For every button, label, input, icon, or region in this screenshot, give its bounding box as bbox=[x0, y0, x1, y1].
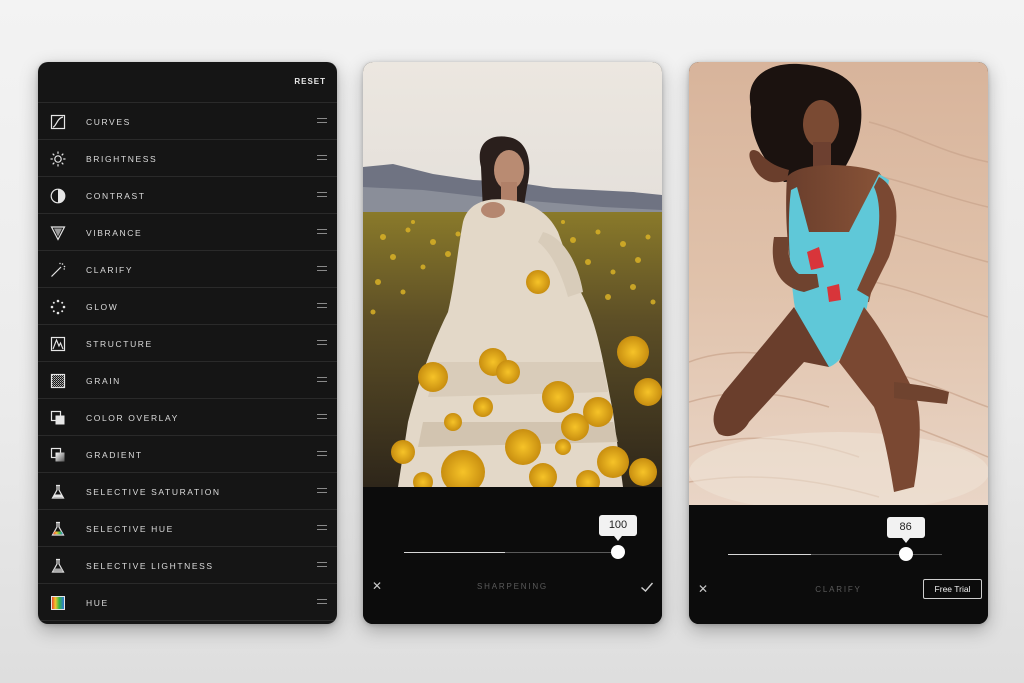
tool-label: SELECTIVE SATURATION bbox=[86, 487, 221, 497]
tool-label: GRAIN bbox=[86, 376, 121, 386]
tool-label: CURVES bbox=[86, 117, 131, 127]
sharpening-controls: 100 ✕ SHARPENING bbox=[363, 487, 662, 624]
selective-saturation-icon bbox=[50, 484, 66, 500]
tool-label: HUE bbox=[86, 598, 109, 608]
tool-label: GRADIENT bbox=[86, 450, 143, 460]
reset-button[interactable]: RESET bbox=[294, 77, 326, 86]
tool-item-selective-saturation[interactable]: SELECTIVE SATURATION bbox=[38, 473, 337, 510]
tool-item-hue[interactable]: HUE bbox=[38, 584, 337, 621]
drag-handle[interactable] bbox=[317, 117, 327, 124]
gradient-icon bbox=[50, 447, 66, 463]
tool-item-selective-lightness[interactable]: SELECTIVE LIGHTNESS bbox=[38, 547, 337, 584]
selective-hue-icon bbox=[50, 521, 66, 537]
glow-icon bbox=[50, 299, 66, 315]
drag-handle[interactable] bbox=[317, 413, 327, 420]
tool-item-gradient[interactable]: GRADIENT bbox=[38, 436, 337, 473]
selective-lightness-icon bbox=[50, 558, 66, 574]
structure-icon bbox=[50, 336, 66, 352]
clarify-value-bubble: 86 bbox=[886, 517, 925, 543]
tool-label: CONTRAST bbox=[86, 191, 146, 201]
drag-handle[interactable] bbox=[317, 154, 327, 161]
photo-image bbox=[363, 62, 662, 487]
drag-handle[interactable] bbox=[317, 228, 327, 235]
grain-icon bbox=[50, 373, 66, 389]
tool-label: COLOR OVERLAY bbox=[86, 413, 179, 423]
sharpening-slider-track[interactable]: 100 bbox=[404, 515, 637, 559]
clarify-slider-thumb[interactable] bbox=[898, 547, 913, 561]
tool-label: CLARIFY bbox=[86, 265, 134, 275]
color-overlay-icon bbox=[50, 410, 66, 426]
tool-label: SELECTIVE LIGHTNESS bbox=[86, 561, 214, 571]
drag-handle[interactable] bbox=[317, 487, 327, 494]
drag-handle[interactable] bbox=[317, 524, 327, 531]
clarify-slider-track[interactable]: 86 bbox=[728, 517, 942, 561]
tool-label: GLOW bbox=[86, 302, 119, 312]
photo-image bbox=[689, 62, 988, 505]
drag-handle[interactable] bbox=[317, 302, 327, 309]
photo-preview bbox=[689, 62, 988, 505]
sharpening-panel: 100 ✕ SHARPENING bbox=[363, 62, 662, 624]
checkmark-icon[interactable] bbox=[640, 580, 654, 592]
drag-handle[interactable] bbox=[317, 561, 327, 568]
tool-item-glow[interactable]: GLOW bbox=[38, 288, 337, 325]
tool-item-brightness[interactable]: BRIGHTNESS bbox=[38, 140, 337, 177]
vibrance-icon bbox=[50, 225, 66, 241]
tool-item-grain[interactable]: GRAIN bbox=[38, 362, 337, 399]
tool-label: SELECTIVE HUE bbox=[86, 524, 174, 534]
sharpening-value-bubble: 100 bbox=[599, 515, 637, 541]
tool-label: STRUCTURE bbox=[86, 339, 153, 349]
drag-handle[interactable] bbox=[317, 339, 327, 346]
sharpening-slider-fill bbox=[404, 552, 505, 553]
tools-header: RESET bbox=[38, 62, 337, 103]
tool-list: CURVES BRIGHTNESS CONTRAST VIBRANCE CLAR… bbox=[38, 103, 337, 621]
curves-icon bbox=[50, 114, 66, 130]
hue-icon bbox=[50, 595, 66, 611]
photo-preview bbox=[363, 62, 662, 487]
drag-handle[interactable] bbox=[317, 450, 327, 457]
drag-handle[interactable] bbox=[317, 376, 327, 383]
tool-item-clarify[interactable]: CLARIFY bbox=[38, 251, 337, 288]
clarify-icon bbox=[50, 262, 66, 278]
tool-item-vibrance[interactable]: VIBRANCE bbox=[38, 214, 337, 251]
tool-item-curves[interactable]: CURVES bbox=[38, 103, 337, 140]
tool-item-selective-hue[interactable]: SELECTIVE HUE bbox=[38, 510, 337, 547]
tool-item-structure[interactable]: STRUCTURE bbox=[38, 325, 337, 362]
clarify-slider-fill bbox=[728, 554, 812, 555]
clarify-panel: 86 ✕ CLARIFY Free Trial bbox=[689, 62, 988, 624]
tool-name-caption: SHARPENING bbox=[477, 582, 548, 591]
tools-panel: RESET CURVES BRIGHTNESS CONTRAST VIBRANC… bbox=[38, 62, 337, 624]
drag-handle[interactable] bbox=[317, 191, 327, 198]
tool-label: BRIGHTNESS bbox=[86, 154, 158, 164]
brightness-icon bbox=[50, 151, 66, 167]
free-trial-button[interactable]: Free Trial bbox=[923, 579, 982, 599]
contrast-icon bbox=[50, 188, 66, 204]
tool-item-color-overlay[interactable]: COLOR OVERLAY bbox=[38, 399, 337, 436]
clarify-controls: 86 ✕ CLARIFY Free Trial bbox=[689, 505, 988, 624]
drag-handle[interactable] bbox=[317, 598, 327, 605]
tool-label: VIBRANCE bbox=[86, 228, 143, 238]
sharpening-slider-thumb[interactable] bbox=[611, 545, 625, 559]
drag-handle[interactable] bbox=[317, 265, 327, 272]
tool-item-contrast[interactable]: CONTRAST bbox=[38, 177, 337, 214]
